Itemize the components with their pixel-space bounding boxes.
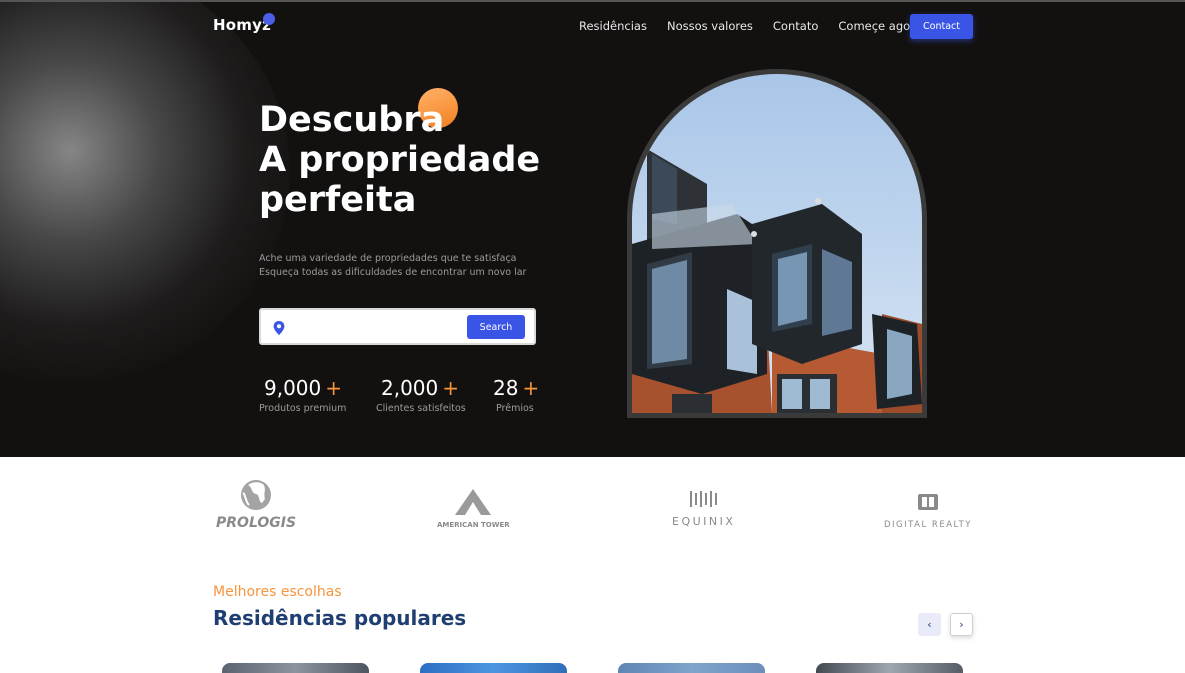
stat-number: 2,000 xyxy=(381,376,439,400)
stat-plus: + xyxy=(522,376,540,400)
hero-image-frame xyxy=(627,69,927,418)
hero-building-image xyxy=(632,74,922,413)
digital-realty-logo-icon xyxy=(917,492,939,516)
partner-american-tower: AMERICAN TOWER xyxy=(437,489,510,529)
stat-value: 28 + xyxy=(493,376,539,400)
stat-plus: + xyxy=(325,376,343,400)
stat-label: Produtos premium xyxy=(259,403,347,414)
partner-logos: PROLOGIS AMERICAN TOWER EQUINIX DIGITAL … xyxy=(0,475,1185,545)
partner-digital-realty: DIGITAL REALTY xyxy=(884,492,972,530)
stat-label: Clientes satisfeitos xyxy=(376,403,466,414)
stat-awards: 28 + Prêmios xyxy=(493,376,539,414)
residence-card-image[interactable] xyxy=(222,663,369,673)
hero-section: Homyz Residências Nossos valores Contato… xyxy=(0,0,1185,457)
hero-title: Descubra A propriedade perfeita xyxy=(259,100,540,220)
main-nav: Residências Nossos valores Contato Começ… xyxy=(579,19,942,33)
stat-number: 28 xyxy=(493,376,519,400)
logo-dot xyxy=(263,13,275,25)
stat-label: Prêmios xyxy=(496,403,534,414)
nav-contato[interactable]: Contato xyxy=(773,19,818,33)
search-input[interactable] xyxy=(293,317,463,337)
nav-residencias[interactable]: Residências xyxy=(579,19,647,33)
nav-nossos-valores[interactable]: Nossos valores xyxy=(667,19,753,33)
partner-name: AMERICAN TOWER xyxy=(437,521,510,529)
stat-plus: + xyxy=(442,376,460,400)
stat-premium-products: 9,000 + Produtos premium xyxy=(259,376,346,414)
residence-card-image[interactable] xyxy=(420,663,567,673)
hero-description-line-1: Ache uma variedade de propriedades que t… xyxy=(259,253,517,264)
tower-logo-icon xyxy=(455,489,492,519)
partner-name: EQUINIX xyxy=(672,515,736,528)
section-subtitle: Melhores escolhas xyxy=(213,584,342,600)
search-bar: Search xyxy=(259,308,536,345)
contact-button[interactable]: Contact xyxy=(910,14,973,39)
residence-card-image[interactable] xyxy=(816,663,963,673)
globe-logo-icon xyxy=(239,479,273,515)
hero-title-line-2: A propriedade xyxy=(259,140,541,180)
hero-description: Ache uma variedade de propriedades que t… xyxy=(259,252,526,279)
partner-name: PROLOGIS xyxy=(216,515,297,531)
residence-card-image[interactable] xyxy=(618,663,765,673)
chevron-right-icon: › xyxy=(959,618,964,631)
section-title: Residências populares xyxy=(213,606,467,630)
chevron-left-icon: ‹ xyxy=(927,618,932,631)
stat-value: 9,000 + xyxy=(259,376,346,400)
carousel-prev-button[interactable]: ‹ xyxy=(918,613,941,636)
partner-equinix: EQUINIX xyxy=(672,489,735,528)
hero-title-line-3: perfeita xyxy=(259,180,417,220)
carousel-next-button[interactable]: › xyxy=(950,613,973,636)
hero-description-line-2: Esqueça todas as dificuldades de encontr… xyxy=(259,266,527,278)
stat-value: 2,000 + xyxy=(376,376,466,400)
stat-number: 9,000 xyxy=(264,376,322,400)
equinix-logo-icon xyxy=(689,489,719,513)
stat-satisfied-clients: 2,000 + Clientes satisfeitos xyxy=(376,376,466,414)
hero-title-line-1: Descubra xyxy=(259,100,445,140)
hero-glow xyxy=(0,2,290,382)
partner-name: DIGITAL REALTY xyxy=(884,520,972,530)
partner-prologis: PROLOGIS xyxy=(216,479,296,531)
search-button[interactable]: Search xyxy=(467,315,525,339)
location-pin-icon xyxy=(273,320,285,339)
